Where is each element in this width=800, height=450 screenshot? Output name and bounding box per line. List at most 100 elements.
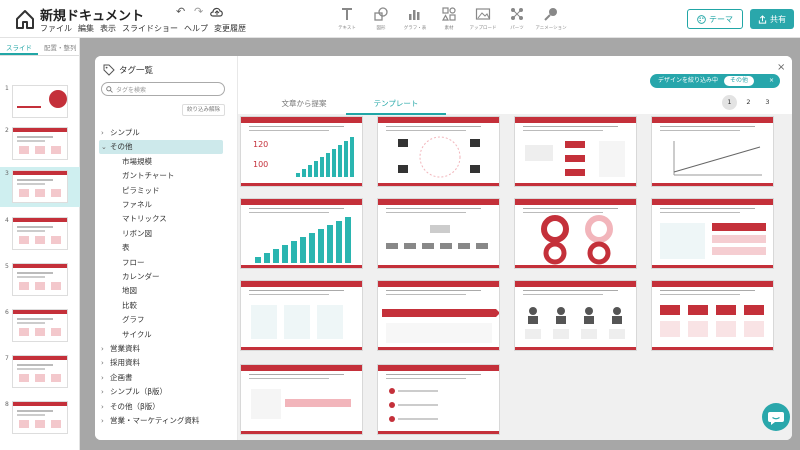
tag-item[interactable]: ガントチャート [122,169,174,183]
slide-thumbnail[interactable]: 2 [0,124,80,164]
chevron-right-icon: › [101,129,104,137]
template-preview [386,225,488,249]
menu-slideshow[interactable]: スライドショー [122,23,178,34]
tag-item[interactable]: ⌄ その他 [99,140,223,155]
template-card[interactable] [377,364,500,435]
template-footer-bar [515,183,636,186]
template-card[interactable] [514,280,637,351]
template-footer-bar [241,183,362,186]
share-button[interactable]: 共有 [750,9,794,29]
chat-support-button[interactable] [762,403,790,431]
menu-help[interactable]: ヘルプ [184,23,208,34]
tag-item[interactable]: カレンダー [122,270,160,284]
template-card[interactable] [377,198,500,269]
slide-thumbnail[interactable]: 1 [0,82,80,122]
template-footer-bar [241,347,362,350]
clear-filter-button[interactable]: 絞り込み解除 [182,104,225,116]
tag-item[interactable]: 表 [122,241,130,255]
animation-icon [544,8,557,21]
template-card[interactable] [651,116,774,187]
template-card[interactable] [651,198,774,269]
tag-item[interactable]: ピラミッド [122,184,160,198]
slide-preview [12,263,68,296]
tag-label: 市場規模 [122,156,152,166]
slide-thumbnail[interactable]: 3 [0,167,80,207]
template-card[interactable] [377,280,500,351]
tag-item[interactable]: グラフ [122,313,145,327]
tag-item[interactable]: › 企画書 [101,371,133,385]
slide-thumbnail[interactable]: 8 [0,398,80,438]
template-content: 文章から提案 テンプレート デザインを絞り込み中 その他 × 1 2 3 120… [238,56,792,440]
menu-history[interactable]: 変更履歴 [214,23,246,34]
tag-search-input[interactable]: タグを検索 [101,82,225,96]
tag-item[interactable]: › 営業資料 [101,342,140,356]
menu-file[interactable]: ファイル [40,23,72,34]
tool-shape[interactable]: 図形 [364,6,398,31]
template-card[interactable] [514,198,637,269]
tag-item[interactable]: › 営業・マーケティング資料 [101,414,199,428]
template-card[interactable] [240,280,363,351]
theme-button[interactable]: テーマ [687,9,743,29]
tag-item[interactable]: リボン図 [122,227,152,241]
template-preview [525,307,625,339]
menu-view[interactable]: 表示 [100,23,116,34]
template-card[interactable]: 120 100 [240,116,363,187]
palette-icon [697,14,706,24]
template-preview [660,305,764,337]
template-card[interactable] [240,364,363,435]
tag-label: フロー [122,257,145,267]
tag-item[interactable]: 比較 [122,299,137,313]
menu-edit[interactable]: 編集 [78,23,94,34]
tag-item[interactable]: › シンプル（β版） [101,385,167,399]
tool-label: アップロード [469,26,497,31]
tag-item[interactable]: › その他（β版） [101,400,160,414]
tag-item[interactable]: マトリックス [122,212,167,226]
tool-material[interactable]: 素材 [432,6,466,31]
tag-item[interactable]: › シンプル [101,126,140,140]
undo-icon[interactable]: ↶ [176,5,185,18]
slide-thumbnail[interactable]: 6 [0,306,80,346]
template-card[interactable] [651,280,774,351]
slide-thumbnail[interactable]: 7 [0,352,80,392]
template-preview: 120 100 [253,137,354,177]
tag-label: 営業・マーケティング資料 [110,416,200,425]
tag-item[interactable]: フロー [122,256,145,270]
top-bar: 新規ドキュメント ↶ ↷ ファイル 編集 表示 スライドショー ヘルプ 変更履歴… [0,0,800,38]
page-2[interactable]: 2 [741,95,756,110]
tool-animation[interactable]: アニメーション [534,6,568,31]
tag-item[interactable]: › 採用資料 [101,356,140,370]
tool-text[interactable]: テキスト [330,6,364,31]
tag-item[interactable]: 地図 [122,284,137,298]
template-card[interactable] [240,198,363,269]
page-3[interactable]: 3 [760,95,775,110]
filter-chip-value: その他 [723,76,754,86]
tool-upload[interactable]: アップロード [466,6,500,31]
template-card[interactable] [377,116,500,187]
slide-thumbnail[interactable]: 4 [0,214,80,254]
tag-label: その他（β版） [110,401,160,411]
tag-item[interactable]: ファネル [122,198,152,212]
tab-propose-from-text[interactable]: 文章から提案 [274,98,334,109]
tool-chart[interactable]: グラフ・表 [398,6,432,31]
template-preview [382,309,499,343]
tag-item[interactable]: サイクル [122,328,152,342]
template-preview [660,223,766,259]
tag-item[interactable]: 市場規模 [122,155,152,169]
cloud-save-icon[interactable] [210,6,224,18]
tab-arrange[interactable]: 配置・整列 [38,38,83,55]
tool-parts[interactable]: パーツ [500,6,534,31]
tab-templates[interactable]: テンプレート [346,98,446,115]
template-footer-bar [652,183,773,186]
redo-icon[interactable]: ↷ [194,5,203,18]
slide-thumbnail[interactable]: 5 [0,260,80,300]
design-filter-chip[interactable]: デザインを絞り込み中 その他 × [650,74,780,88]
home-icon[interactable] [14,8,36,30]
close-dialog-icon[interactable]: × [777,62,785,73]
parts-icon [511,8,523,20]
template-card[interactable] [514,116,637,187]
page-1[interactable]: 1 [722,95,737,110]
filter-chip-close-icon[interactable]: × [769,74,774,88]
tag-panel-title: タグ一覧 [103,64,153,76]
document-title[interactable]: 新規ドキュメント [40,5,144,24]
tab-slides[interactable]: スライド [0,38,38,55]
